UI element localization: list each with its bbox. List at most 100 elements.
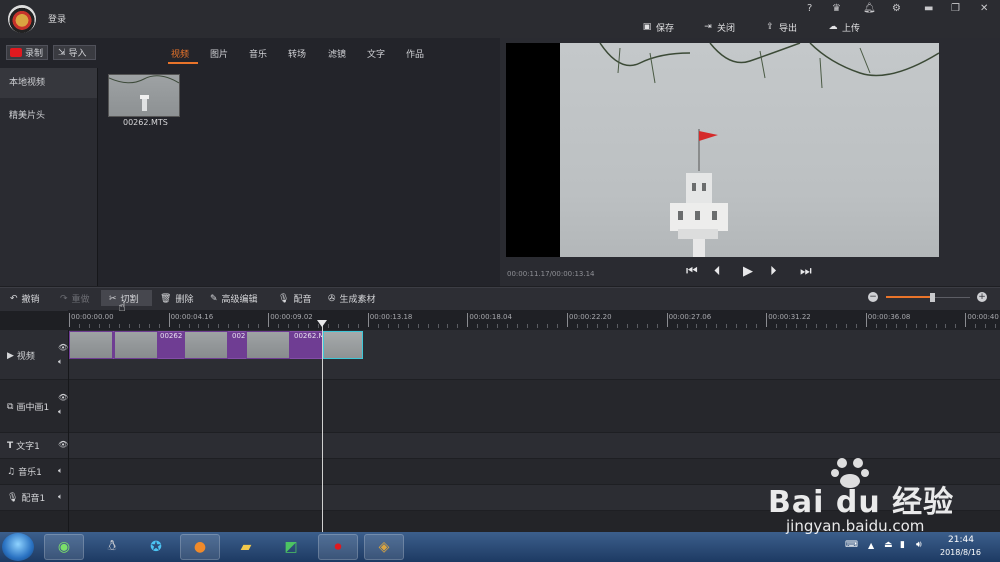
undo-button[interactable]: ↶ 撤销 [10,292,40,306]
clip-label: 00262 [160,332,183,340]
ruler-tick-mark [367,313,369,327]
dub-button[interactable]: 🎙︎ 配音 [278,292,311,306]
generate-material-button[interactable]: ✇ 生成素材 [328,292,376,306]
window-close-icon[interactable]: ✕ [980,3,988,14]
zoom-out-icon[interactable]: − [868,292,878,302]
taskbar-app-firefox-icon[interactable]: ● [180,534,220,560]
skip-to-end-icon[interactable]: ⏭ [800,264,812,279]
ruler-tick-label: 00:00:00.00 [71,313,114,321]
step-forward-icon[interactable]: ⏵ [770,264,777,279]
track-label-music: ♫ 音乐1 [7,465,42,479]
visibility-eye-icon[interactable]: 👁︎ [58,393,68,402]
help-icon[interactable]: ? [807,3,812,14]
import-button[interactable]: ⇲ 导入 [53,45,96,60]
ruler-tick-label: 00:00:18.04 [469,313,512,321]
step-back-icon[interactable]: ⏴ [714,264,721,279]
ruler-minor-tick [636,324,638,328]
category-local-video[interactable]: 本地视频 [0,68,97,98]
ruler-minor-tick [427,324,429,328]
clip-label: 002 [232,332,246,340]
restore-icon[interactable]: ❐ [951,3,960,14]
ruler-minor-tick [98,324,100,328]
close-project-icon: ⇥ [704,22,712,32]
clip-thumbnail [114,331,158,359]
ruler-minor-tick [895,324,897,328]
ruler-minor-tick [756,324,758,328]
ruler-minor-tick [656,324,658,328]
ruler-minor-tick [407,324,409,328]
start-button[interactable] [2,533,34,561]
save-button[interactable]: ▣ 保存 [642,20,674,34]
ruler-minor-tick [78,324,80,328]
delete-button[interactable]: 🗑︎ 删除 [160,292,194,306]
taskbar-app-editor-icon[interactable]: ◩ [271,534,311,560]
ruler-minor-tick [985,324,987,328]
play-icon[interactable]: ▶ [743,264,753,279]
play-box-icon: ▶ [7,350,14,361]
ruler-tick-label: 00:00:27.06 [668,313,712,321]
media-file-thumbnail[interactable] [108,74,180,117]
track-label-video: ▶ 视频 [7,349,35,363]
ruler-minor-tick [487,324,489,328]
speaker-icon[interactable]: 🔈︎ [58,357,63,367]
close-project-button[interactable]: ⇥ 关闭 [703,20,735,34]
upload-button[interactable]: ☁ 上传 [828,20,861,34]
tab-music[interactable]: 音乐 [249,47,267,60]
selected-clip-segment[interactable] [323,331,363,359]
ruler-minor-tick [616,324,618,328]
tab-filter[interactable]: 滤镜 [328,47,346,60]
text-t-icon: T [7,440,14,451]
active-tab-indicator [168,62,198,64]
tab-transition[interactable]: 转场 [288,47,306,60]
minimize-icon[interactable]: ▬ [924,3,933,14]
visibility-eye-icon[interactable]: 👁︎ [58,440,68,449]
taskbar-app-recorder-icon[interactable]: ⏺ [318,534,358,560]
taskbar-app-360-icon[interactable]: ◉ [44,534,84,560]
ruler-minor-tick [806,324,808,328]
ruler-tick-label: 00:00:13.18 [369,313,413,321]
ruler-tick-mark [467,313,469,327]
upload-label: 上传 [842,23,861,34]
visibility-eye-icon[interactable]: 👁︎ [58,343,68,352]
tab-works[interactable]: 作品 [406,47,424,60]
tab-image[interactable]: 图片 [210,47,228,60]
ruler-minor-tick [557,324,559,328]
category-intro[interactable]: 精美片头 [0,101,97,131]
ruler-minor-tick [228,324,230,328]
speaker-icon[interactable]: 🔈︎ [58,492,63,502]
taskbar-app-qq-icon[interactable]: 🐧︎ [92,534,132,560]
skip-to-start-icon[interactable]: ⏮ [686,264,698,279]
track-video-name: 视频 [16,352,35,362]
login-link[interactable]: 登录 [48,12,66,25]
clock-date[interactable]: 2018/8/16 [940,548,981,557]
vip-icon[interactable]: ♛ [832,3,841,14]
ruler-minor-tick [497,324,499,328]
advanced-edit-button[interactable]: ✎ 高级编辑 [210,292,258,306]
media-file-name: 00262.MTS [123,118,168,127]
tab-text[interactable]: 文字 [367,47,385,60]
playhead[interactable] [322,324,323,532]
playhead-handle[interactable] [317,320,327,327]
delete-label: 删除 [175,295,194,305]
speaker-icon[interactable]: 🔈︎ [58,407,63,417]
zoom-in-icon[interactable]: + [977,292,987,302]
taskbar-app-videoeditor-icon[interactable]: ◈ [364,534,404,560]
import-icon: ⇲ [58,47,66,58]
speaker-icon[interactable]: 🔈︎ [58,466,63,476]
ruler-tick-label: 00:00:22.20 [569,313,612,321]
ruler-minor-tick [337,324,339,328]
track-label-voice: 🎙︎ 配音1 [7,491,45,505]
ruler-tick-mark [965,313,967,327]
taskbar-app-media-icon[interactable]: ✪ [136,534,176,560]
notification-bell-icon[interactable]: 🔔︎ [863,3,876,14]
export-button[interactable]: ⇪ 导出 [765,20,797,34]
taskbar-app-explorer-icon[interactable]: ▰ [226,534,266,560]
tab-video[interactable]: 视频 [171,47,189,60]
user-avatar[interactable] [8,5,36,33]
export-icon: ⇪ [766,22,774,32]
record-button[interactable]: 录制 [6,45,48,60]
redo-button[interactable]: ↷ 重做 [60,292,90,306]
gear-icon[interactable]: ⚙ [892,3,901,14]
zoom-slider-handle[interactable] [930,293,935,302]
clip-label: 00262.M [294,332,325,340]
